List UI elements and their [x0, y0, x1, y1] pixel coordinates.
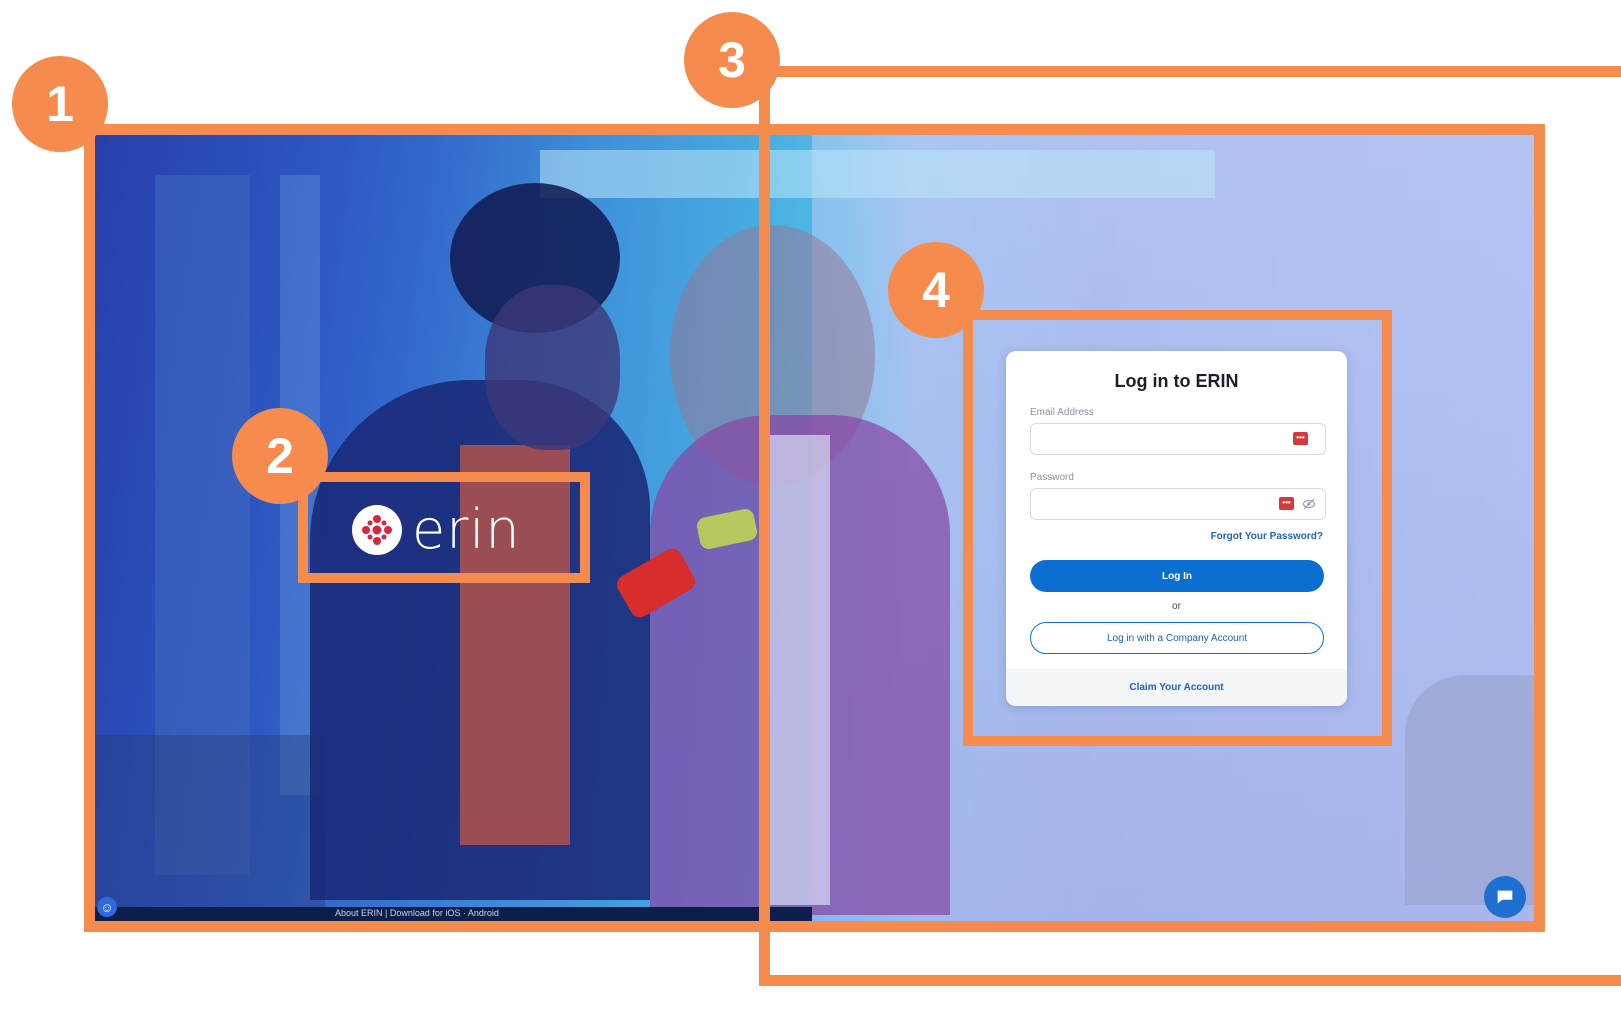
- annotation-frame-4: [963, 310, 1392, 746]
- annotation-badge-4: 4: [888, 242, 984, 338]
- annotation-badge-3: 3: [684, 12, 780, 108]
- annotation-badge-1: 1: [12, 56, 108, 152]
- annotation-frame-2: [298, 472, 590, 583]
- annotation-badge-2: 2: [232, 408, 328, 504]
